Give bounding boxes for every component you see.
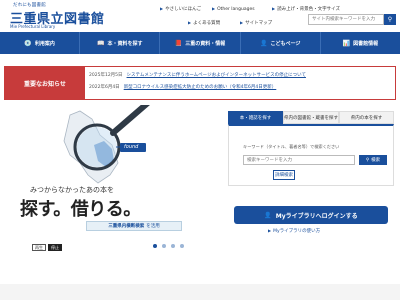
disc-icon: 💿: [24, 39, 32, 47]
notice-date: 2025年12月5日: [89, 73, 123, 78]
quick-link-sitemap[interactable]: ▶ サイトマップ: [240, 18, 272, 27]
notice-date: 2022年6月4日: [89, 85, 120, 90]
notice-link[interactable]: システムメンテナンスに伴うホームページおよびインターネットサービスの停止について: [127, 73, 306, 78]
advanced-search-button[interactable]: 詳細検索: [273, 170, 295, 180]
user-icon: 👤: [264, 211, 272, 219]
arrow-icon: ▶: [188, 20, 192, 25]
tab-prefecture-books[interactable]: 県内の本を探す: [339, 111, 394, 124]
catalog-search-button[interactable]: ⚲ 検索: [359, 155, 387, 165]
util-link-accessibility[interactable]: ▶ 読み上げ・背景色・文字サイズ: [272, 5, 340, 14]
quick-link-faq[interactable]: ▶ よくある質問: [188, 18, 220, 27]
site-search-input[interactable]: [308, 14, 384, 25]
carousel-dots: [153, 244, 184, 248]
nav-item-library-info[interactable]: 📊 図書館情報: [321, 32, 400, 54]
carousel-stop-button[interactable]: 停止: [48, 244, 62, 251]
book-icon: 📖: [97, 39, 105, 47]
notice-label: 重要なお知らせ: [5, 67, 85, 99]
important-notice: 重要なお知らせ 2025年12月5日 システムメンテナンスに伴うホームページおよび…: [4, 66, 396, 100]
hero-illustration: [63, 105, 150, 184]
logo-name-en: Mie Prefectural Library: [10, 24, 56, 29]
notice-item: 2025年12月5日 システムメンテナンスに伴うホームページおよびインターネットサ…: [89, 73, 306, 79]
book-closed-icon: 📕: [174, 39, 183, 47]
carousel-dot[interactable]: [180, 244, 184, 248]
carousel-dot[interactable]: [162, 244, 166, 248]
arrow-icon: ▶: [212, 6, 216, 11]
nav-item-kids[interactable]: 👤 こどもページ: [241, 32, 321, 54]
carousel-play-button[interactable]: 再生: [32, 244, 46, 251]
notice-link[interactable]: 新型コロナウイルス感染症拡大防止のためのお願い（令和4年6月4日更新）: [124, 85, 277, 90]
found-tag: found: [124, 144, 139, 150]
carousel-dot[interactable]: [153, 244, 157, 248]
cross-search-button[interactable]: 三重県内横断検索 を活用: [86, 221, 182, 231]
arrow-icon: ▶: [272, 6, 276, 11]
chart-icon: 📊: [342, 39, 351, 47]
carousel-dot[interactable]: [171, 244, 175, 248]
mylibrary-help-link[interactable]: ▶ Myライブラリの使い方: [268, 228, 320, 234]
hero-headline: 探す。借りる。: [20, 199, 141, 220]
search-description: キーワード（タイトル、著者名等）で検索ください: [243, 144, 340, 149]
site-search-button[interactable]: ⚲: [384, 14, 396, 25]
search-panel: キーワード（タイトル、著者名等）で検索ください ⚲検索 詳細検索: [228, 124, 394, 186]
util-link-easy-japanese[interactable]: ▶ やさしいにほんご: [160, 5, 201, 14]
arrow-icon: ▶: [268, 228, 272, 233]
hero-subtitle: みつからなかったあの本を: [30, 186, 114, 194]
main-nav: 💿 利用案内 📖 本・資料を探す 📕 三重の資料・情報 👤 こどもページ 📊 図書館情報: [0, 32, 400, 54]
arrow-icon: ▶: [240, 20, 244, 25]
search-icon: ⚲: [387, 16, 393, 23]
nav-item-search-books[interactable]: 📖 本・資料を探す: [80, 32, 161, 54]
bottom-strip: [0, 284, 400, 300]
hero-carousel[interactable]: found みつからなかったあの本を 探す。借りる。 三重県内横断検索 を活用 再…: [0, 105, 200, 255]
tab-books[interactable]: 本・雑誌を探す: [228, 111, 283, 124]
notice-item: 2022年6月4日 新型コロナウイルス感染症拡大防止のためのお願い（令和4年6月4…: [89, 85, 276, 91]
nav-item-mie-materials[interactable]: 📕 三重の資料・情報: [160, 32, 241, 54]
tab-prefecture-libraries[interactable]: 県内の図書館・蔵書を探す: [283, 111, 339, 124]
mylibrary-login-button[interactable]: 👤 Myライブラリへログインする: [234, 206, 388, 224]
catalog-search-input[interactable]: [243, 155, 355, 165]
search-tabs: 本・雑誌を探す 県内の図書館・蔵書を探す 県内の本を探す: [228, 111, 394, 124]
library-logo[interactable]: だれにも図書館 三重県立図書館 Mie Prefectural Library: [10, 2, 104, 30]
site-header: だれにも図書館 三重県立図書館 Mie Prefectural Library …: [0, 0, 400, 32]
arrow-icon: ▶: [160, 6, 164, 11]
util-link-other-languages[interactable]: ▶ Other languages: [212, 5, 255, 14]
search-icon: ⚲: [365, 157, 370, 163]
child-icon: 👤: [260, 39, 268, 47]
nav-item-guide[interactable]: 💿 利用案内: [0, 32, 81, 54]
